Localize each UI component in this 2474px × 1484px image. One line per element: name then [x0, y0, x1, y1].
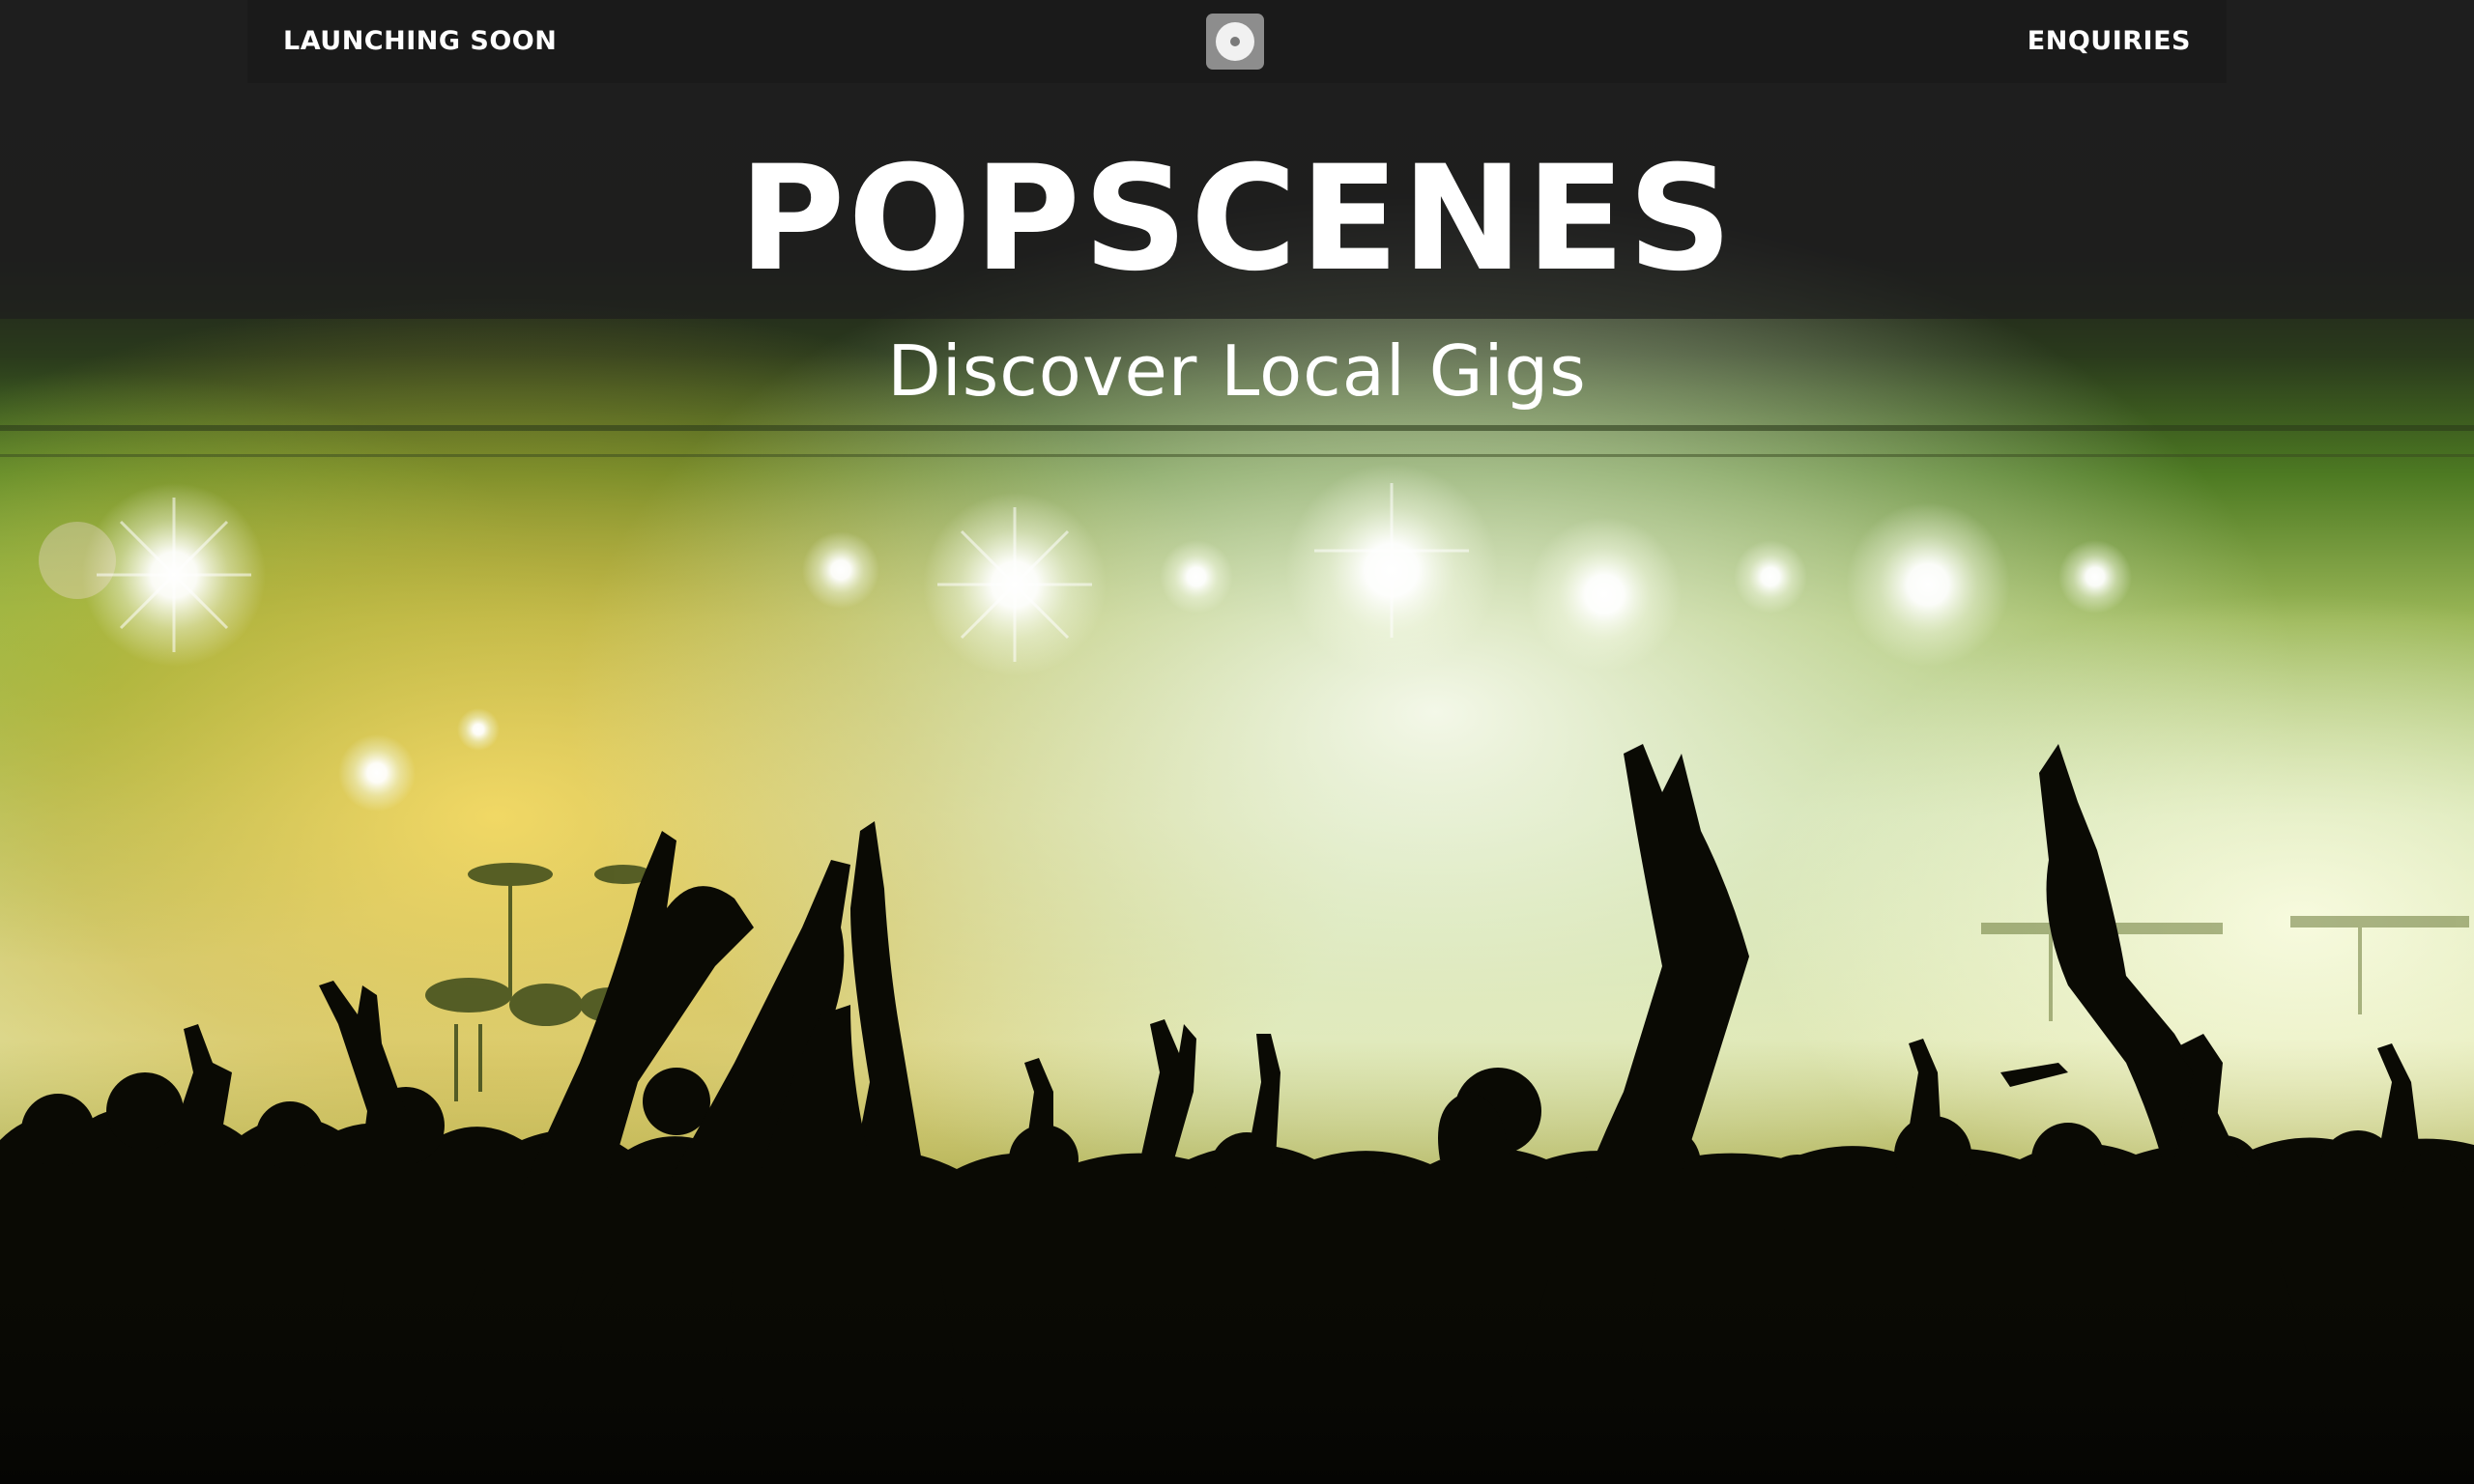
launching-soon-link[interactable]: LAUNCHING SOON — [283, 0, 557, 83]
page-subtitle: Discover Local Gigs — [887, 330, 1587, 412]
landing-page: LAUNCHING SOON ENQUIRIES POPSCENES Disco… — [0, 0, 2474, 1484]
top-nav-bar: LAUNCHING SOON ENQUIRIES — [247, 0, 2227, 83]
disc-icon-hole — [1230, 37, 1240, 46]
disc-icon[interactable] — [1206, 14, 1264, 70]
page-title: POPSCENES — [738, 135, 1736, 303]
enquiries-link[interactable]: ENQUIRIES — [2028, 0, 2191, 83]
